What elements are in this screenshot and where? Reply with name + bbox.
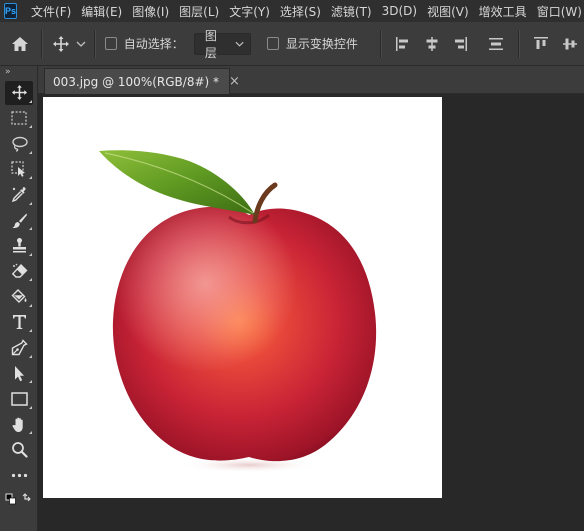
show-transform-checkbox[interactable] (266, 37, 279, 50)
separator (517, 29, 519, 58)
type-icon (12, 315, 26, 330)
path-selection-icon (15, 365, 24, 381)
menu-view[interactable]: 视图(V) (427, 3, 469, 20)
document-tab-bar: 003.jpg @ 100%(RGB/8#) * × (38, 66, 584, 94)
menu-select[interactable]: 选择(S) (280, 3, 321, 20)
menu-layer[interactable]: 图层(L) (179, 3, 219, 20)
align-right-icon (455, 36, 468, 51)
menu-type[interactable]: 文字(Y) (229, 3, 270, 20)
magnifier-icon (11, 442, 28, 458)
align-left-edges-button[interactable] (394, 34, 413, 54)
home-icon (12, 36, 29, 51)
menu-filter[interactable]: 滤镜(T) (331, 3, 372, 20)
document-tab-title: 003.jpg @ 100%(RGB/8#) * (53, 74, 220, 89)
object-selection-tool[interactable] (0, 157, 38, 183)
align-horizontal-centers-button[interactable] (422, 34, 441, 54)
auto-select-target-dropdown[interactable]: 图层 (193, 29, 251, 60)
menu-window[interactable]: 窗口(W) (537, 3, 582, 20)
auto-select-label: 自动选择： (123, 37, 184, 51)
align-right-edges-button[interactable] (451, 34, 470, 54)
menu-3d[interactable]: 3D(D) (382, 4, 417, 18)
paint-bucket-tool[interactable] (0, 284, 38, 310)
eyedropper-tool[interactable] (0, 182, 38, 208)
hand-tool[interactable] (0, 412, 38, 438)
separator (93, 29, 95, 58)
move-tool[interactable] (0, 80, 38, 106)
chevron-down-icon (235, 41, 244, 47)
home-button[interactable] (0, 22, 41, 66)
menu-file[interactable]: 文件(F) (31, 3, 71, 20)
menu-edit[interactable]: 编辑(E) (81, 3, 122, 20)
lasso-tool[interactable] (0, 131, 38, 157)
toolbox-collapse-button[interactable]: » (0, 66, 37, 80)
align-center-icon (426, 36, 438, 51)
clone-stamp-tool[interactable] (0, 233, 38, 259)
foreground-background-colors-icon (5, 493, 31, 505)
align-vertical-centers-button[interactable] (560, 34, 579, 54)
align-top-icon (534, 36, 549, 49)
separator (379, 29, 381, 58)
auto-select-checkbox[interactable] (104, 37, 117, 50)
show-transform-label: 显示变换控件 (285, 37, 358, 51)
close-icon[interactable]: × (229, 74, 240, 89)
eyedropper-icon (11, 187, 26, 203)
type-tool[interactable] (0, 310, 38, 336)
tool-preset-picker[interactable] (42, 22, 94, 66)
distribute-vertical-button[interactable] (486, 34, 505, 54)
menu-bar: Ps 文件(F) 编辑(E) 图像(I) 图层(L) 文字(Y) 选择(S) 滤… (0, 0, 584, 22)
rectangular-marquee-icon (11, 111, 27, 125)
move-icon (11, 85, 27, 101)
move-icon (52, 35, 69, 52)
align-top-edges-button[interactable] (532, 34, 551, 54)
brush-icon (11, 213, 27, 228)
zoom-tool[interactable] (0, 437, 38, 463)
dropdown-value: 图层 (204, 28, 217, 60)
document-tab[interactable]: 003.jpg @ 100%(RGB/8#) * × (44, 68, 240, 94)
marquee-tool[interactable] (0, 106, 38, 132)
eraser-tool[interactable] (0, 259, 38, 285)
pen-tool[interactable] (0, 335, 38, 361)
pen-icon (11, 339, 28, 356)
path-selection-tool[interactable] (0, 361, 38, 387)
canvas-workspace (38, 94, 584, 531)
more-tools-button[interactable] (0, 463, 38, 489)
menu-image[interactable]: 图像(I) (132, 3, 169, 20)
stamp-icon (12, 238, 26, 253)
brush-tool[interactable] (0, 208, 38, 234)
menu-plugins[interactable]: 增效工具 (479, 3, 527, 20)
chevron-down-icon (76, 41, 86, 47)
object-selection-icon (11, 161, 25, 178)
distribute-icon (488, 37, 503, 50)
options-bar: 自动选择： 图层 显示变换控件 (0, 22, 584, 66)
align-left-icon (396, 36, 409, 51)
toolbox: » (0, 66, 38, 531)
rectangle-tool[interactable] (0, 386, 38, 412)
lasso-icon (11, 136, 28, 152)
rectangle-icon (10, 392, 28, 406)
paint-bucket-icon (11, 289, 26, 304)
ellipsis-icon (11, 473, 27, 477)
color-swatches[interactable] (0, 488, 38, 510)
apple-image (99, 150, 377, 473)
document-canvas[interactable] (43, 97, 442, 498)
eraser-icon (11, 263, 27, 278)
photoshop-logo-icon: Ps (4, 3, 18, 19)
align-middle-icon (562, 38, 577, 49)
hand-icon (11, 417, 23, 432)
